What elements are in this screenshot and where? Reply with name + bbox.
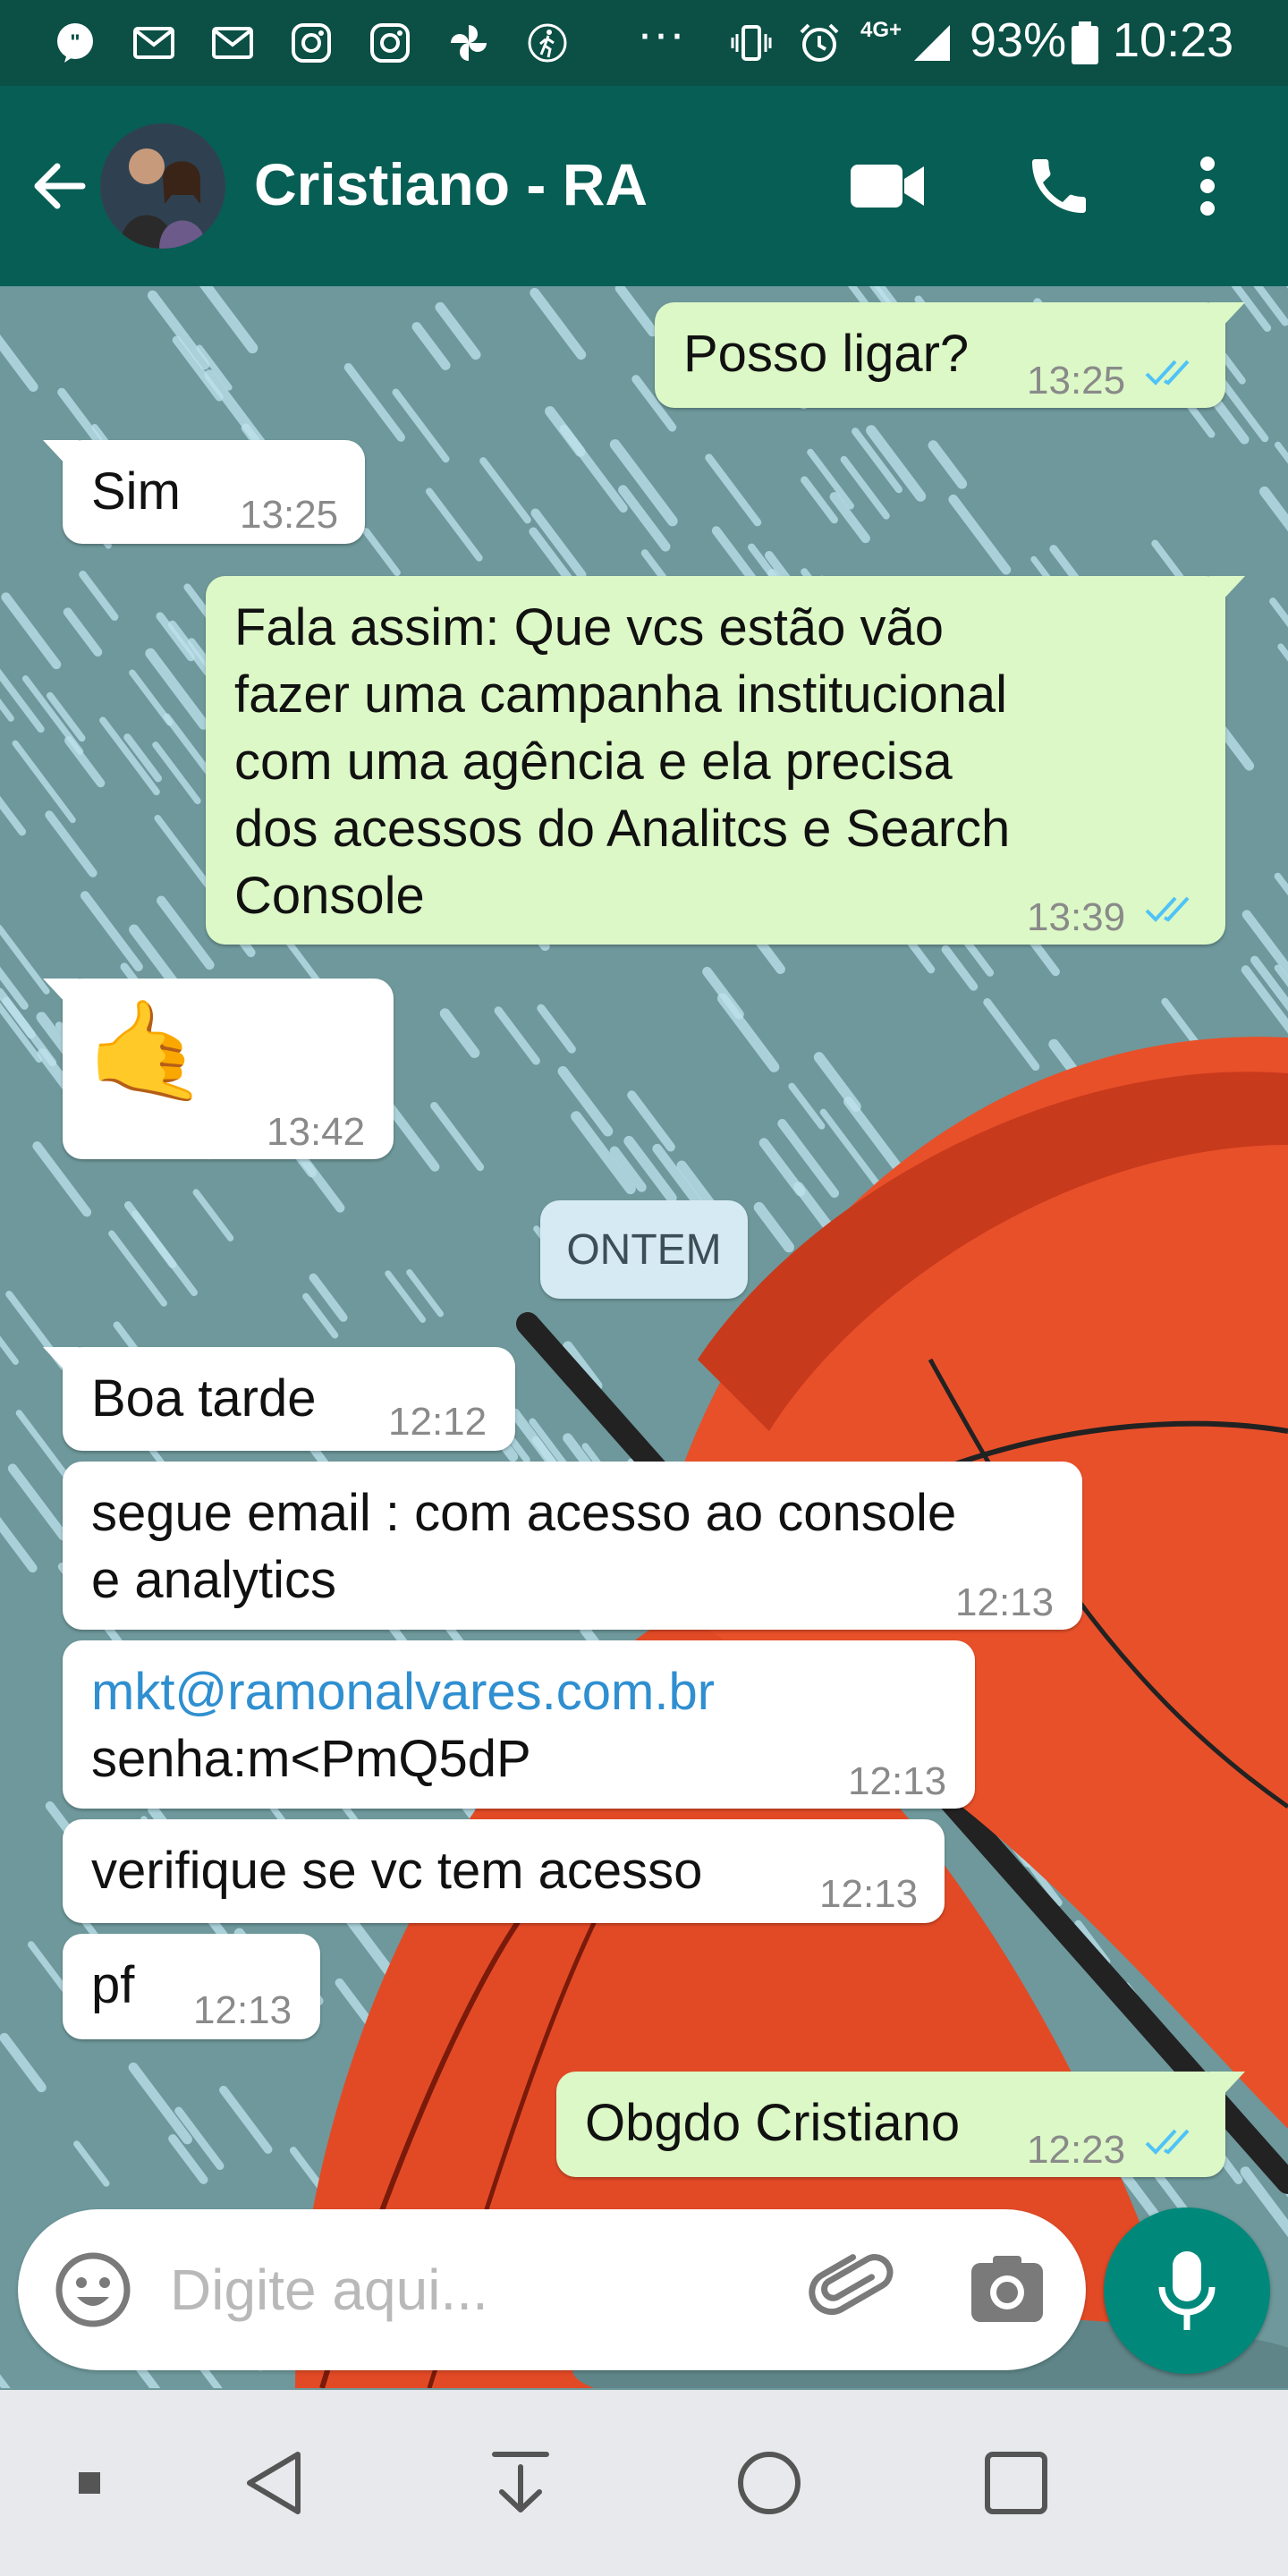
message-time: 13:25 [240, 493, 339, 537]
message-text: Sim [91, 462, 181, 521]
instagram-icon [370, 23, 410, 63]
network-type: 4G+ [860, 18, 902, 42]
date-separator: ONTEM [540, 1200, 748, 1299]
message-bubble-incoming[interactable]: 🤙 13:42 [43, 979, 394, 1159]
nav-back-button[interactable] [220, 2429, 327, 2537]
status-bar: " ··· 4G+ 93% 10:23 [0, 0, 1288, 86]
message-time: 12:13 [819, 1872, 919, 1916]
signal-icon [914, 25, 950, 61]
message-bubble-incoming[interactable]: pf 12:13 [63, 1934, 320, 2039]
bubble-tail [43, 1347, 79, 1374]
video-call-button[interactable] [843, 141, 932, 231]
more-vert-icon [1200, 157, 1215, 216]
walking-icon [528, 23, 567, 63]
message-time: 13:39 [1027, 895, 1126, 939]
message-time: 12:13 [955, 1580, 1055, 1624]
square-dot-icon [79, 2472, 100, 2494]
emoji-icon[interactable] [54, 2250, 132, 2329]
message-text: Posso ligar? [683, 325, 970, 383]
system-nav-bar [0, 2390, 1288, 2576]
message-time: 12:13 [848, 1759, 947, 1803]
microphone-icon [1158, 2251, 1216, 2330]
message-time: 12:23 [1027, 2128, 1126, 2172]
read-ticks-icon [1145, 2129, 1190, 2155]
message-time: 13:42 [267, 1110, 366, 1154]
message-text: verifique se vc tem acesso [91, 1842, 703, 1900]
call-me-hand-emoji: 🤙 [86, 996, 208, 1106]
avatar[interactable] [100, 123, 225, 249]
nav-down-button[interactable] [467, 2429, 574, 2537]
message-input[interactable] [170, 2245, 796, 2334]
email-link[interactable]: mkt@ramonalvares.com.br [91, 1658, 715, 1725]
message-bubble-incoming[interactable]: Sim 13:25 [43, 440, 365, 544]
nav-dot-button[interactable] [36, 2429, 143, 2537]
home-circle-icon [738, 2452, 801, 2514]
message-bubble-outgoing[interactable]: Fala assim: Que vcs estão vão fazer uma … [206, 576, 1245, 945]
message-time: 12:12 [388, 1400, 487, 1444]
message-bubble-incoming[interactable]: segue email : com acesso ao console e an… [63, 1462, 1082, 1630]
gmail-icon [212, 27, 253, 59]
clock: 10:23 [1113, 13, 1234, 67]
recents-square-icon [985, 2452, 1047, 2514]
message-bubble-incoming[interactable]: Boa tarde 12:12 [43, 1347, 515, 1451]
bubble-tail [1209, 2072, 1245, 2098]
alarm-icon [800, 23, 839, 62]
voice-message-button[interactable] [1104, 2207, 1270, 2374]
contact-name[interactable]: Cristiano - RA [254, 150, 648, 218]
message-text: Boa tarde [91, 1369, 317, 1428]
attach-icon[interactable] [805, 2245, 894, 2334]
back-triangle-icon [247, 2452, 301, 2514]
chat-header: Cristiano - RA [0, 86, 1288, 286]
bubble-tail [1209, 576, 1245, 603]
message-text: segue email : com acesso ao console e an… [91, 1484, 957, 1609]
back-arrow-icon[interactable] [27, 154, 91, 218]
pinwheel-icon [451, 25, 487, 61]
more-options-button[interactable] [1163, 141, 1252, 231]
message-text: senha:m<PmQ5dP [91, 1730, 531, 1788]
voice-call-button[interactable] [1014, 141, 1104, 231]
battery-icon [1072, 21, 1098, 64]
battery-percent: 93% [970, 13, 1067, 67]
gmail-icon [133, 27, 174, 59]
video-call-icon [851, 165, 924, 208]
message-bubble-incoming[interactable]: mkt@ramonalvares.com.br senha:m<PmQ5dP 1… [63, 1640, 975, 1809]
download-arrow-icon [492, 2452, 549, 2512]
message-bubble-outgoing[interactable]: Posso ligar? 13:25 [655, 302, 1245, 408]
vibrate-icon [731, 25, 772, 61]
message-time: 13:25 [1027, 359, 1126, 402]
message-composer [18, 2209, 1086, 2370]
nav-home-button[interactable] [716, 2429, 823, 2537]
message-text: pf [91, 1956, 135, 2014]
chat-area[interactable]: Posso ligar? 13:25 Sim 13:25 Fala assim:… [0, 286, 1288, 2388]
bubble-tail [43, 440, 79, 467]
message-time: 12:13 [193, 1988, 292, 2032]
bubble-tail [1209, 302, 1245, 329]
more-dots-icon: ··· [637, 6, 685, 60]
nav-recents-button[interactable] [962, 2429, 1070, 2537]
read-ticks-icon [1145, 896, 1190, 922]
read-ticks-icon [1145, 360, 1190, 386]
camera-icon[interactable] [966, 2249, 1048, 2331]
phone-icon [1032, 159, 1086, 213]
quote-icon: " [57, 23, 93, 63]
bubble-tail [43, 979, 79, 1005]
message-text: Obgdo Cristiano [585, 2094, 961, 2152]
instagram-icon [292, 23, 331, 63]
message-bubble-outgoing[interactable]: Obgdo Cristiano 12:23 [556, 2072, 1245, 2177]
svg-text:": " [70, 30, 80, 55]
message-text: Fala assim: Que vcs estão vão fazer uma … [234, 598, 1011, 925]
message-bubble-incoming[interactable]: verifique se vc tem acesso 12:13 [63, 1819, 945, 1923]
